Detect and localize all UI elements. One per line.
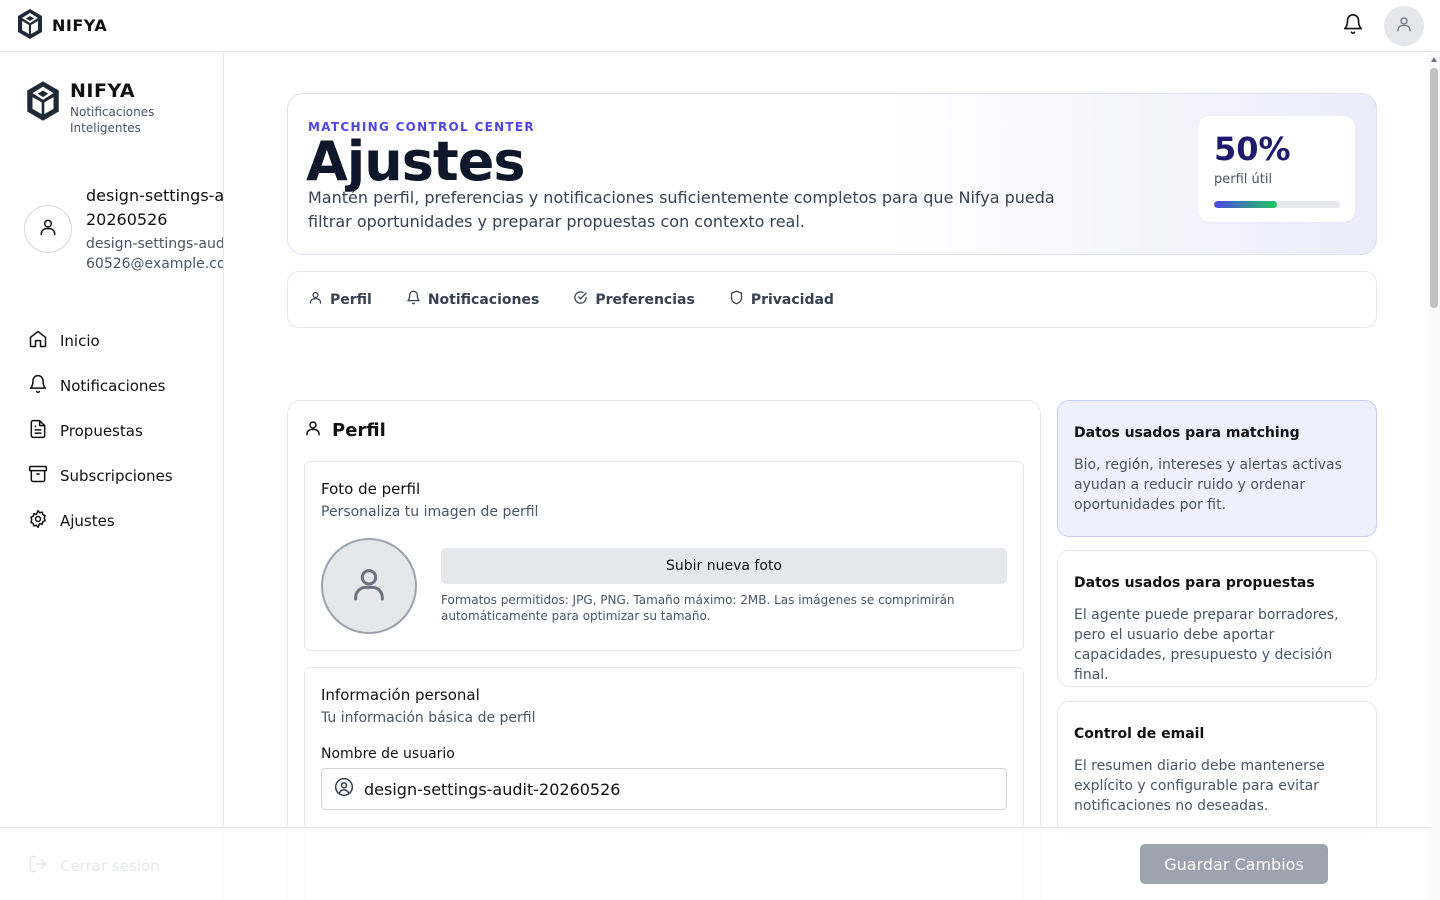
sidebar-item-label: Propuestas [60,421,143,440]
tab-label: Perfil [330,291,372,308]
tab-privacidad[interactable]: Privacidad [729,290,834,309]
tab-perfil[interactable]: Perfil [308,290,372,309]
section-heading: Perfil [332,420,386,441]
email-control-card: Control de email El resumen diario debe … [1057,701,1377,838]
save-changes-button[interactable]: Guardar Cambios [1140,844,1328,884]
user-email: design-settings-audit-20260526@example.c… [86,236,223,272]
profile-completeness-value: 50% [1214,130,1291,168]
sidebar-item-notificaciones[interactable]: Notificaciones [0,363,223,408]
profile-photo-placeholder [321,538,417,634]
page-title: Ajustes [306,130,525,193]
user-avatar-button[interactable] [1384,5,1424,46]
shield-icon [729,290,744,309]
profile-card: Perfil Foto de perfil Personaliza tu ima… [287,400,1041,900]
page-scrollbar[interactable] [1428,52,1440,900]
nifya-logo-icon [24,80,62,126]
user-icon [1395,15,1413,37]
tab-notificaciones[interactable]: Notificaciones [406,290,539,309]
proposals-data-card: Datos usados para propuestas El agente p… [1057,550,1377,687]
sidebar-item-ajustes[interactable]: Ajustes [0,498,223,543]
tab-label: Preferencias [595,291,695,308]
side-card-title: Datos usados para matching [1074,425,1300,441]
user-icon [349,562,389,610]
avatar [24,205,72,253]
profile-completeness-card: 50% perfil útil [1198,116,1355,222]
document-icon [28,419,48,443]
photo-description: Personaliza tu imagen de perfil [321,504,539,520]
logout-button[interactable]: Cerrar sesión [28,854,160,878]
sidebar-item-inicio[interactable]: Inicio [0,318,223,363]
sidebar: NIFYA Notificaciones Inteligentes design… [0,52,224,900]
top-bar: NIFYA [0,0,1440,52]
user-icon [304,419,322,442]
scroll-up-arrow-icon[interactable] [1431,57,1437,62]
check-circle-icon [573,290,588,309]
logout-label: Cerrar sesión [60,857,160,875]
sidebar-nav: Inicio Notificaciones Propuestas Subscri… [0,318,223,543]
tab-label: Privacidad [750,291,834,308]
personal-info-description: Tu información básica de perfil [321,710,536,726]
matching-data-card: Datos usados para matching Bio, región, … [1057,400,1377,537]
profile-section-title: Perfil [304,419,386,442]
user-circle-icon [334,777,354,801]
home-icon [28,329,48,353]
side-card-text: El agente puede preparar borradores, per… [1074,607,1339,683]
logout-icon [28,854,48,878]
settings-tabs: Perfil Notificaciones Preferencias Priva… [287,271,1377,328]
brand-name: NIFYA [52,16,108,35]
sidebar-item-label: Subscripciones [60,466,173,485]
sidebar-item-propuestas[interactable]: Propuestas [0,408,223,453]
main-content: MATCHING CONTROL CENTER Ajustes Mantén p… [224,52,1428,900]
username-input[interactable]: design-settings-audit-20260526 [321,768,1007,810]
tab-label: Notificaciones [427,291,540,308]
profile-completeness-label: perfil útil [1214,172,1273,187]
side-card-title: Datos usados para propuestas [1074,575,1315,591]
sidebar-item-subscripciones[interactable]: Subscripciones [0,453,223,498]
bell-icon [406,290,421,309]
notifications-button[interactable] [1338,11,1368,41]
username-value: design-settings-audit-20260526 [364,779,621,799]
profile-photo-section: Foto de perfil Personaliza tu imagen de … [304,461,1024,651]
hero-description: Mantén perfil, preferencias y notificaci… [308,188,1055,231]
bell-icon [28,374,48,398]
upload-hint: Formatos permitidos: JPG, PNG. Tamaño má… [441,593,955,623]
sidebar-item-label: Notificaciones [60,376,166,395]
profile-completeness-fill [1214,201,1277,208]
user-icon [308,290,323,309]
archive-icon [28,464,48,488]
settings-hero: MATCHING CONTROL CENTER Ajustes Mantén p… [287,93,1377,255]
side-card-title: Control de email [1074,726,1205,742]
username-label: Nombre de usuario [321,746,455,762]
side-card-text: Bio, región, intereses y alertas activas… [1074,457,1342,513]
sidebar-item-label: Inicio [60,331,100,350]
sidebar-item-label: Ajustes [60,511,115,530]
personal-info-title: Información personal [321,686,480,704]
sidebar-brand: NIFYA Notificaciones Inteligentes [0,52,223,136]
sidebar-brand-name: NIFYA [70,80,136,102]
tab-preferencias[interactable]: Preferencias [573,290,695,309]
user-name: design-settings-audit-20260526 [86,186,223,229]
save-bar: Cerrar sesión Guardar Cambios [0,827,1428,900]
gear-icon [28,509,48,533]
sidebar-brand-tagline: Notificaciones Inteligentes [70,105,155,135]
photo-title: Foto de perfil [321,480,421,498]
scroll-thumb[interactable] [1430,68,1438,308]
bell-icon [1342,12,1364,40]
brand[interactable]: NIFYA [16,8,107,44]
upload-photo-button[interactable]: Subir nueva foto [441,548,1007,584]
nifya-logo-icon [16,8,44,44]
user-icon [38,217,58,241]
profile-completeness-bar [1214,201,1340,208]
sidebar-user: design-settings-audit-20260526 design-se… [0,184,223,274]
side-card-text: El resumen diario debe mantenerse explíc… [1074,758,1325,814]
